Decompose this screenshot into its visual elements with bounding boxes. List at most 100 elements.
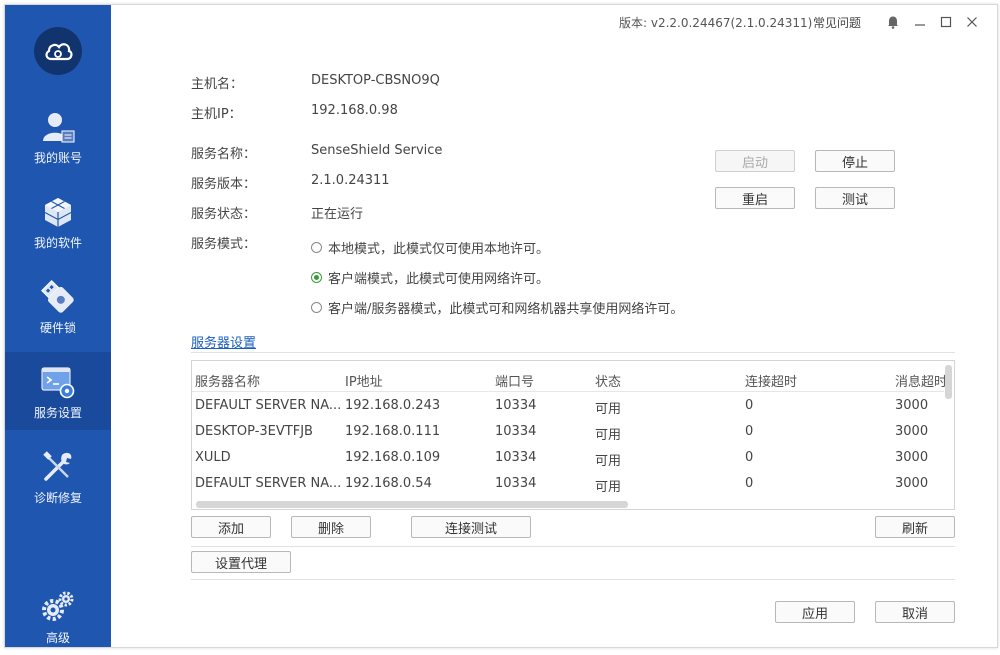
cell-status: 可用 bbox=[595, 454, 622, 469]
cell-port: 10334 bbox=[495, 450, 537, 465]
sidebar-item-label: 我的软件 bbox=[33, 236, 82, 250]
cell-port: 10334 bbox=[495, 424, 537, 439]
mode-radio-local[interactable]: 本地模式，此模式仅可使用本地许可。 bbox=[311, 238, 549, 257]
service-status-label: 服务状态： bbox=[191, 207, 257, 222]
bell-icon bbox=[888, 16, 898, 29]
sidebar-item-label: 诊断修复 bbox=[33, 491, 82, 505]
cancel-button[interactable]: 取消 bbox=[875, 601, 955, 623]
apply-button[interactable]: 应用 bbox=[775, 601, 855, 623]
cell-status: 可用 bbox=[595, 428, 622, 443]
restart-button[interactable]: 重启 bbox=[715, 187, 795, 209]
add-server-button[interactable]: 添加 bbox=[191, 516, 271, 538]
service-mode-label: 服务模式： bbox=[191, 237, 257, 252]
horizontal-scrollbar[interactable] bbox=[196, 501, 628, 508]
cell-ip: 192.168.0.243 bbox=[345, 398, 441, 413]
usb-key-icon bbox=[41, 280, 74, 313]
app-window: 我的账号 我的软件 硬件锁 服务设置 诊断修复 高级 版本: v2.2.0.24… bbox=[4, 4, 998, 648]
sidebar-item-service-settings[interactable]: 服务设置 bbox=[5, 352, 111, 430]
host-ip-value: 192.168.0.98 bbox=[311, 103, 398, 118]
close-button[interactable] bbox=[961, 11, 983, 33]
mode-client-label: 客户端模式，此模式可使用网络许可。 bbox=[328, 272, 550, 287]
column-header-server-name[interactable]: 服务器名称 bbox=[195, 371, 340, 390]
header-divider bbox=[192, 391, 944, 392]
service-name-label: 服务名称： bbox=[191, 147, 257, 162]
app-logo bbox=[34, 27, 82, 75]
refresh-button[interactable]: 刷新 bbox=[875, 516, 955, 538]
sidebar-item-diagnose-repair[interactable]: 诊断修复 bbox=[5, 437, 111, 515]
cell-port: 10334 bbox=[495, 398, 537, 413]
notification-bell-button[interactable] bbox=[882, 11, 904, 33]
host-name-label: 主机名： bbox=[191, 77, 244, 92]
user-icon bbox=[43, 113, 75, 143]
table-row[interactable]: DEFAULT SERVER NA... 192.168.0.54 10334 … bbox=[192, 472, 954, 496]
minimize-icon bbox=[915, 24, 925, 26]
cubes-icon bbox=[44, 198, 72, 227]
table-row[interactable]: XULD 192.168.0.109 10334 可用 0 3000 bbox=[192, 446, 954, 470]
cell-ip: 192.168.0.54 bbox=[345, 476, 432, 491]
cell-status: 可用 bbox=[595, 480, 622, 495]
cell-connect-timeout: 0 bbox=[745, 424, 754, 439]
maximize-button[interactable] bbox=[935, 11, 957, 33]
faq-link[interactable]: 常见问题 bbox=[813, 14, 861, 31]
column-header-connect-timeout[interactable]: 连接超时 bbox=[745, 371, 890, 390]
radio-indicator-selected bbox=[311, 272, 322, 283]
cloud-logo-icon bbox=[45, 43, 73, 61]
close-icon bbox=[967, 17, 977, 27]
title-bar: 版本: v2.2.0.24467(2.1.0.24311) 常见问题 bbox=[111, 5, 997, 39]
mode-radio-client-server[interactable]: 客户端/服务器模式，此模式可和网络机器共享使用网络许可。 bbox=[311, 298, 683, 317]
cell-server-name: DEFAULT SERVER NA... bbox=[195, 476, 340, 491]
sidebar-item-hardware-lock[interactable]: 硬件锁 bbox=[5, 267, 111, 345]
divider bbox=[191, 546, 955, 547]
radio-indicator bbox=[311, 302, 322, 313]
table-header: 服务器名称 IP地址 端口号 状态 连接超时 消息超时 bbox=[192, 367, 954, 391]
cell-message-timeout: 3000 bbox=[895, 424, 929, 439]
cell-server-name: DEFAULT SERVER NA... bbox=[195, 398, 340, 413]
radio-indicator bbox=[311, 242, 322, 253]
service-status-value: 正在运行 bbox=[311, 207, 364, 222]
gears-icon bbox=[42, 591, 74, 621]
host-name-value: DESKTOP-CBSNO9Q bbox=[311, 73, 440, 88]
divider bbox=[191, 352, 955, 353]
sidebar: 我的账号 我的软件 硬件锁 服务设置 诊断修复 高级 bbox=[5, 5, 111, 647]
divider bbox=[191, 579, 955, 580]
column-header-message-timeout[interactable]: 消息超时 bbox=[895, 371, 947, 390]
sidebar-item-label: 我的账号 bbox=[33, 151, 82, 165]
set-proxy-button[interactable]: 设置代理 bbox=[191, 551, 291, 573]
cell-port: 10334 bbox=[495, 476, 537, 491]
start-button[interactable]: 启动 bbox=[715, 150, 795, 172]
column-header-ip[interactable]: IP地址 bbox=[345, 371, 490, 390]
cell-connect-timeout: 0 bbox=[745, 450, 754, 465]
vertical-scrollbar[interactable] bbox=[945, 365, 952, 399]
column-header-status[interactable]: 状态 bbox=[595, 371, 740, 390]
host-ip-label: 主机IP： bbox=[191, 107, 242, 122]
sidebar-item-software[interactable]: 我的软件 bbox=[5, 182, 111, 260]
minimize-button[interactable] bbox=[909, 11, 931, 33]
cell-status: 可用 bbox=[595, 402, 622, 417]
sidebar-item-label: 服务设置 bbox=[33, 406, 82, 420]
cell-connect-timeout: 0 bbox=[745, 476, 754, 491]
server-table[interactable]: 服务器名称 IP地址 端口号 状态 连接超时 消息超时 DEFAULT SERV… bbox=[191, 360, 955, 510]
table-row[interactable]: DEFAULT SERVER NA... 192.168.0.243 10334… bbox=[192, 394, 954, 418]
table-row[interactable]: DESKTOP-3EVTFJB 192.168.0.111 10334 可用 0… bbox=[192, 420, 954, 444]
connection-test-button[interactable]: 连接测试 bbox=[411, 516, 531, 538]
server-settings-link[interactable]: 服务器设置 bbox=[191, 332, 256, 351]
sidebar-item-advanced[interactable]: 高级 bbox=[5, 577, 111, 655]
stop-button[interactable]: 停止 bbox=[815, 150, 895, 172]
service-name-value: SenseShield Service bbox=[311, 143, 443, 158]
mode-client-server-label: 客户端/服务器模式，此模式可和网络机器共享使用网络许可。 bbox=[328, 302, 684, 317]
service-version-label: 服务版本： bbox=[191, 177, 257, 192]
cell-server-name: XULD bbox=[195, 450, 231, 465]
cell-ip: 192.168.0.109 bbox=[345, 450, 441, 465]
column-header-port[interactable]: 端口号 bbox=[495, 371, 590, 390]
maximize-icon bbox=[940, 16, 952, 28]
mode-radio-client[interactable]: 客户端模式，此模式可使用网络许可。 bbox=[311, 268, 549, 287]
delete-server-button[interactable]: 删除 bbox=[291, 516, 371, 538]
cell-message-timeout: 3000 bbox=[895, 450, 929, 465]
cell-message-timeout: 3000 bbox=[895, 476, 929, 491]
test-button[interactable]: 测试 bbox=[815, 187, 895, 209]
service-version-value: 2.1.0.24311 bbox=[311, 173, 390, 188]
sidebar-item-label: 硬件锁 bbox=[39, 321, 76, 335]
version-text: 版本: v2.2.0.24467(2.1.0.24311) bbox=[619, 16, 813, 30]
cell-server-name: DESKTOP-3EVTFJB bbox=[195, 424, 313, 439]
sidebar-item-account[interactable]: 我的账号 bbox=[5, 97, 111, 175]
